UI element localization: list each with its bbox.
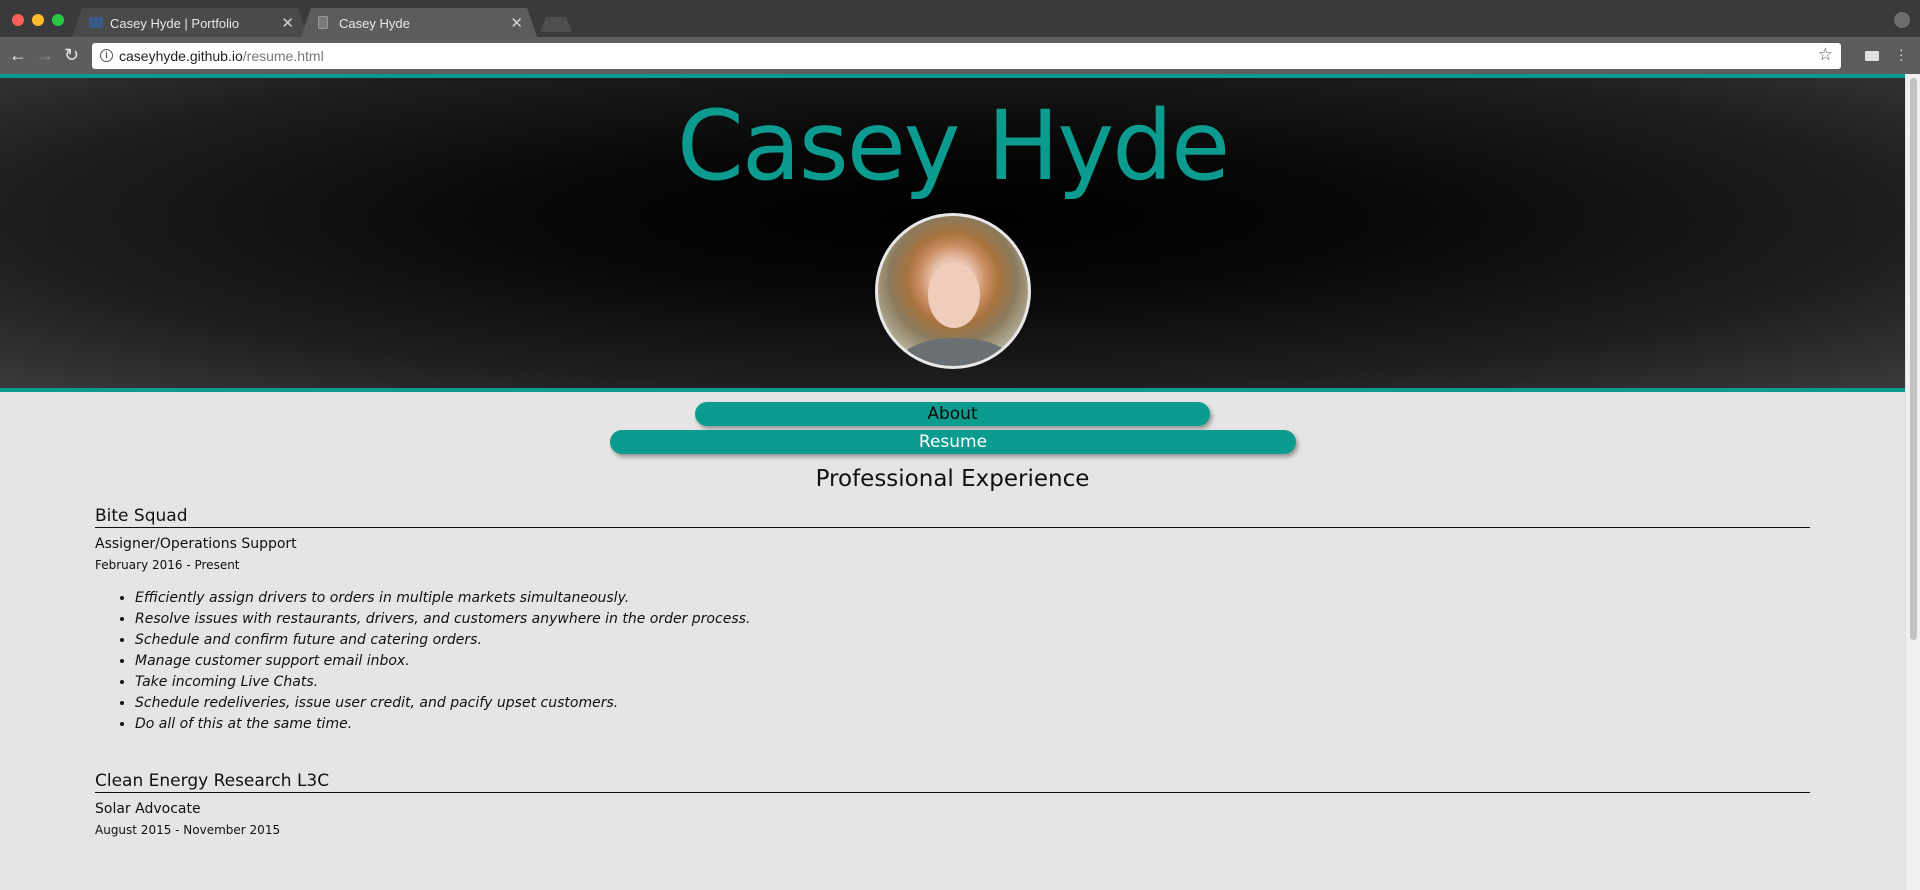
tab-label: Casey Hyde — [339, 16, 410, 31]
cast-icon[interactable] — [1865, 51, 1879, 61]
browser-toolbar: ← → ↻ i caseyhyde.github.io/resume.html … — [0, 37, 1920, 74]
job-entry: Bite Squad Assigner/Operations Support F… — [95, 506, 1810, 735]
job-role: Solar Advocate — [95, 801, 201, 817]
job-bullet: Efficiently assign drivers to orders in … — [135, 588, 1810, 609]
job-bullet: Do all of this at the same time. — [135, 714, 1810, 735]
job-bullet: Take incoming Live Chats. — [135, 672, 1810, 693]
job-company: Bite Squad — [95, 506, 1810, 528]
star-icon[interactable]: ☆ — [1818, 45, 1833, 65]
url-host: caseyhyde.github.io — [119, 48, 243, 64]
job-role: Assigner/Operations Support — [95, 536, 297, 552]
job-bullet: Schedule and confirm future and catering… — [135, 630, 1810, 651]
minimize-window-button[interactable] — [32, 14, 44, 26]
scrollbar-thumb[interactable] — [1910, 78, 1917, 640]
job-company: Clean Energy Research L3C — [95, 771, 1810, 793]
address-url: caseyhyde.github.io/resume.html — [119, 48, 324, 64]
browser-tab-strip: Casey Hyde | Portfolio ✕ Casey Hyde ✕ — [0, 0, 1920, 37]
close-icon[interactable]: ✕ — [281, 14, 294, 32]
page-content: Casey Hyde About Resume Professional Exp… — [0, 74, 1905, 890]
tab-portfolio[interactable]: Casey Hyde | Portfolio ✕ — [72, 8, 308, 37]
close-window-button[interactable] — [12, 14, 24, 26]
nav-resume-button[interactable]: Resume — [610, 430, 1296, 454]
tab-favicon — [89, 17, 103, 28]
avatar-shirt — [903, 338, 1009, 366]
site-title: Casey Hyde — [676, 90, 1230, 202]
job-bullet: Schedule redeliveries, issue user credit… — [135, 693, 1810, 714]
job-bullet: Manage customer support email inbox. — [135, 651, 1810, 672]
back-icon[interactable]: ← — [9, 45, 27, 65]
nav-about-button[interactable]: About — [695, 402, 1210, 426]
reload-icon[interactable]: ↻ — [64, 45, 79, 65]
job-entry: Clean Energy Research L3C Solar Advocate… — [95, 771, 1810, 837]
job-bullets: Efficiently assign drivers to orders in … — [95, 588, 1810, 735]
new-tab-button[interactable] — [540, 17, 572, 32]
address-bar[interactable]: i caseyhyde.github.io/resume.html ☆ — [92, 43, 1841, 69]
job-dates: August 2015 - November 2015 — [95, 823, 281, 837]
avatar-face — [928, 262, 980, 328]
url-path: /resume.html — [242, 48, 324, 64]
tab-label: Casey Hyde | Portfolio — [110, 16, 240, 31]
section-title: Professional Experience — [815, 466, 1090, 492]
menu-icon[interactable]: · · · — [1899, 42, 1904, 66]
maximize-window-button[interactable] — [52, 14, 64, 26]
tab-favicon — [318, 16, 328, 29]
job-dates: February 2016 - Present — [95, 558, 240, 572]
page-scrollbar[interactable] — [1905, 74, 1920, 890]
close-icon[interactable]: ✕ — [510, 14, 523, 32]
profile-icon[interactable] — [1894, 12, 1910, 28]
hero-banner: Casey Hyde — [0, 74, 1905, 392]
avatar — [875, 213, 1031, 369]
info-icon[interactable]: i — [100, 49, 113, 62]
forward-icon[interactable]: → — [36, 45, 54, 65]
tab-resume[interactable]: Casey Hyde ✕ — [301, 8, 537, 37]
job-bullet: Resolve issues with restaurants, drivers… — [135, 609, 1810, 630]
